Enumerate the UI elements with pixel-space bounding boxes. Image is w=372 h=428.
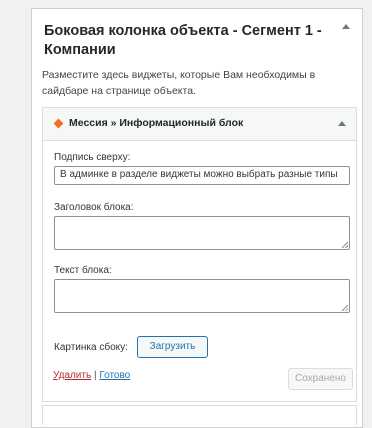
block-title-label: Заголовок блока: [54,202,134,213]
widget-header[interactable]: Мессия » Информационный блок [43,108,356,141]
collapse-arrow-icon[interactable] [342,24,350,29]
block-title-textarea[interactable] [54,216,350,250]
side-image-label: Картинка сбоку: [54,342,128,353]
caption-label: Подпись сверху: [54,152,131,163]
block-text-label: Текст блока: [54,265,112,276]
delete-link[interactable]: Удалить [53,370,91,381]
resize-grip-icon[interactable] [342,242,348,248]
caption-input[interactable]: В админке в разделе виджеты можно выбрат… [54,166,350,185]
info-block-widget: Мессия » Информационный блок Подпись све… [42,107,357,402]
next-widget-placeholder [42,405,357,425]
saved-button[interactable]: Сохранено [288,368,353,390]
sidebar-widget-area: Боковая колонка объекта - Сегмент 1 - Ко… [31,8,363,428]
sidebar-panel-description: Разместите здесь виджеты, которые Вам не… [42,69,316,97]
done-link[interactable]: Готово [99,370,130,381]
upload-button[interactable]: Загрузить [137,336,208,358]
widget-collapse-arrow-icon[interactable] [338,121,346,126]
widget-diamond-icon [53,118,64,129]
widget-title: Мессия » Информационный блок [69,117,244,129]
block-text-textarea[interactable] [54,279,350,313]
sidebar-panel-header[interactable]: Боковая колонка объекта - Сегмент 1 - Ко… [32,9,362,67]
sidebar-panel-title: Боковая колонка объекта - Сегмент 1 - Ко… [44,23,322,58]
widget-actions: Удалить | Готово [53,370,130,381]
link-separator: | [93,370,97,381]
resize-grip-icon[interactable] [342,305,348,311]
